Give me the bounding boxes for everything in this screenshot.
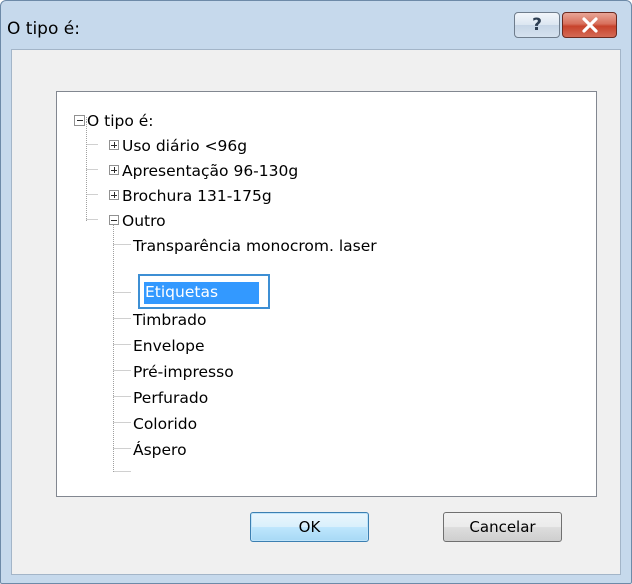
ok-button[interactable]: OK: [250, 512, 369, 542]
help-icon: ?: [532, 15, 542, 35]
tree-item-colorido[interactable]: Colorido: [133, 415, 197, 433]
dialog-body: O tipo é: Uso diário <96g Apresentação 9…: [11, 49, 621, 575]
tree-item-brochura[interactable]: Brochura 131-175g: [122, 187, 272, 205]
tree-item-apresentacao[interactable]: Apresentação 96-130g: [122, 162, 298, 180]
tree-root-label[interactable]: O tipo é:: [87, 112, 154, 130]
help-button[interactable]: ?: [514, 12, 560, 38]
cancel-button[interactable]: Cancelar: [443, 512, 562, 542]
tree-item-transparencia[interactable]: Transparência monocrom. laser: [133, 237, 377, 255]
dialog-window: O tipo é: ? O tipo é: Uso diário <96g Ap…: [0, 0, 632, 584]
paper-type-tree[interactable]: O tipo é: Uso diário <96g Apresentação 9…: [56, 91, 597, 497]
close-button[interactable]: [562, 12, 617, 38]
tree-item-etiquetas-label: Etiquetas: [145, 283, 219, 301]
tree-item-pre-impresso[interactable]: Pré-impresso: [133, 363, 234, 381]
window-title: O tipo é:: [7, 19, 80, 39]
tree-item-envelope[interactable]: Envelope: [133, 337, 205, 355]
close-icon: [581, 17, 598, 33]
tree-item-etiquetas[interactable]: Etiquetas: [138, 274, 270, 309]
tree-item-outro[interactable]: Outro: [122, 212, 166, 230]
tree-item-timbrado[interactable]: Timbrado: [133, 311, 206, 329]
tree-item-perfurado[interactable]: Perfurado: [133, 389, 208, 407]
tree-item-aspero[interactable]: Áspero: [133, 441, 187, 459]
tree-item-uso-diario[interactable]: Uso diário <96g: [122, 137, 247, 155]
